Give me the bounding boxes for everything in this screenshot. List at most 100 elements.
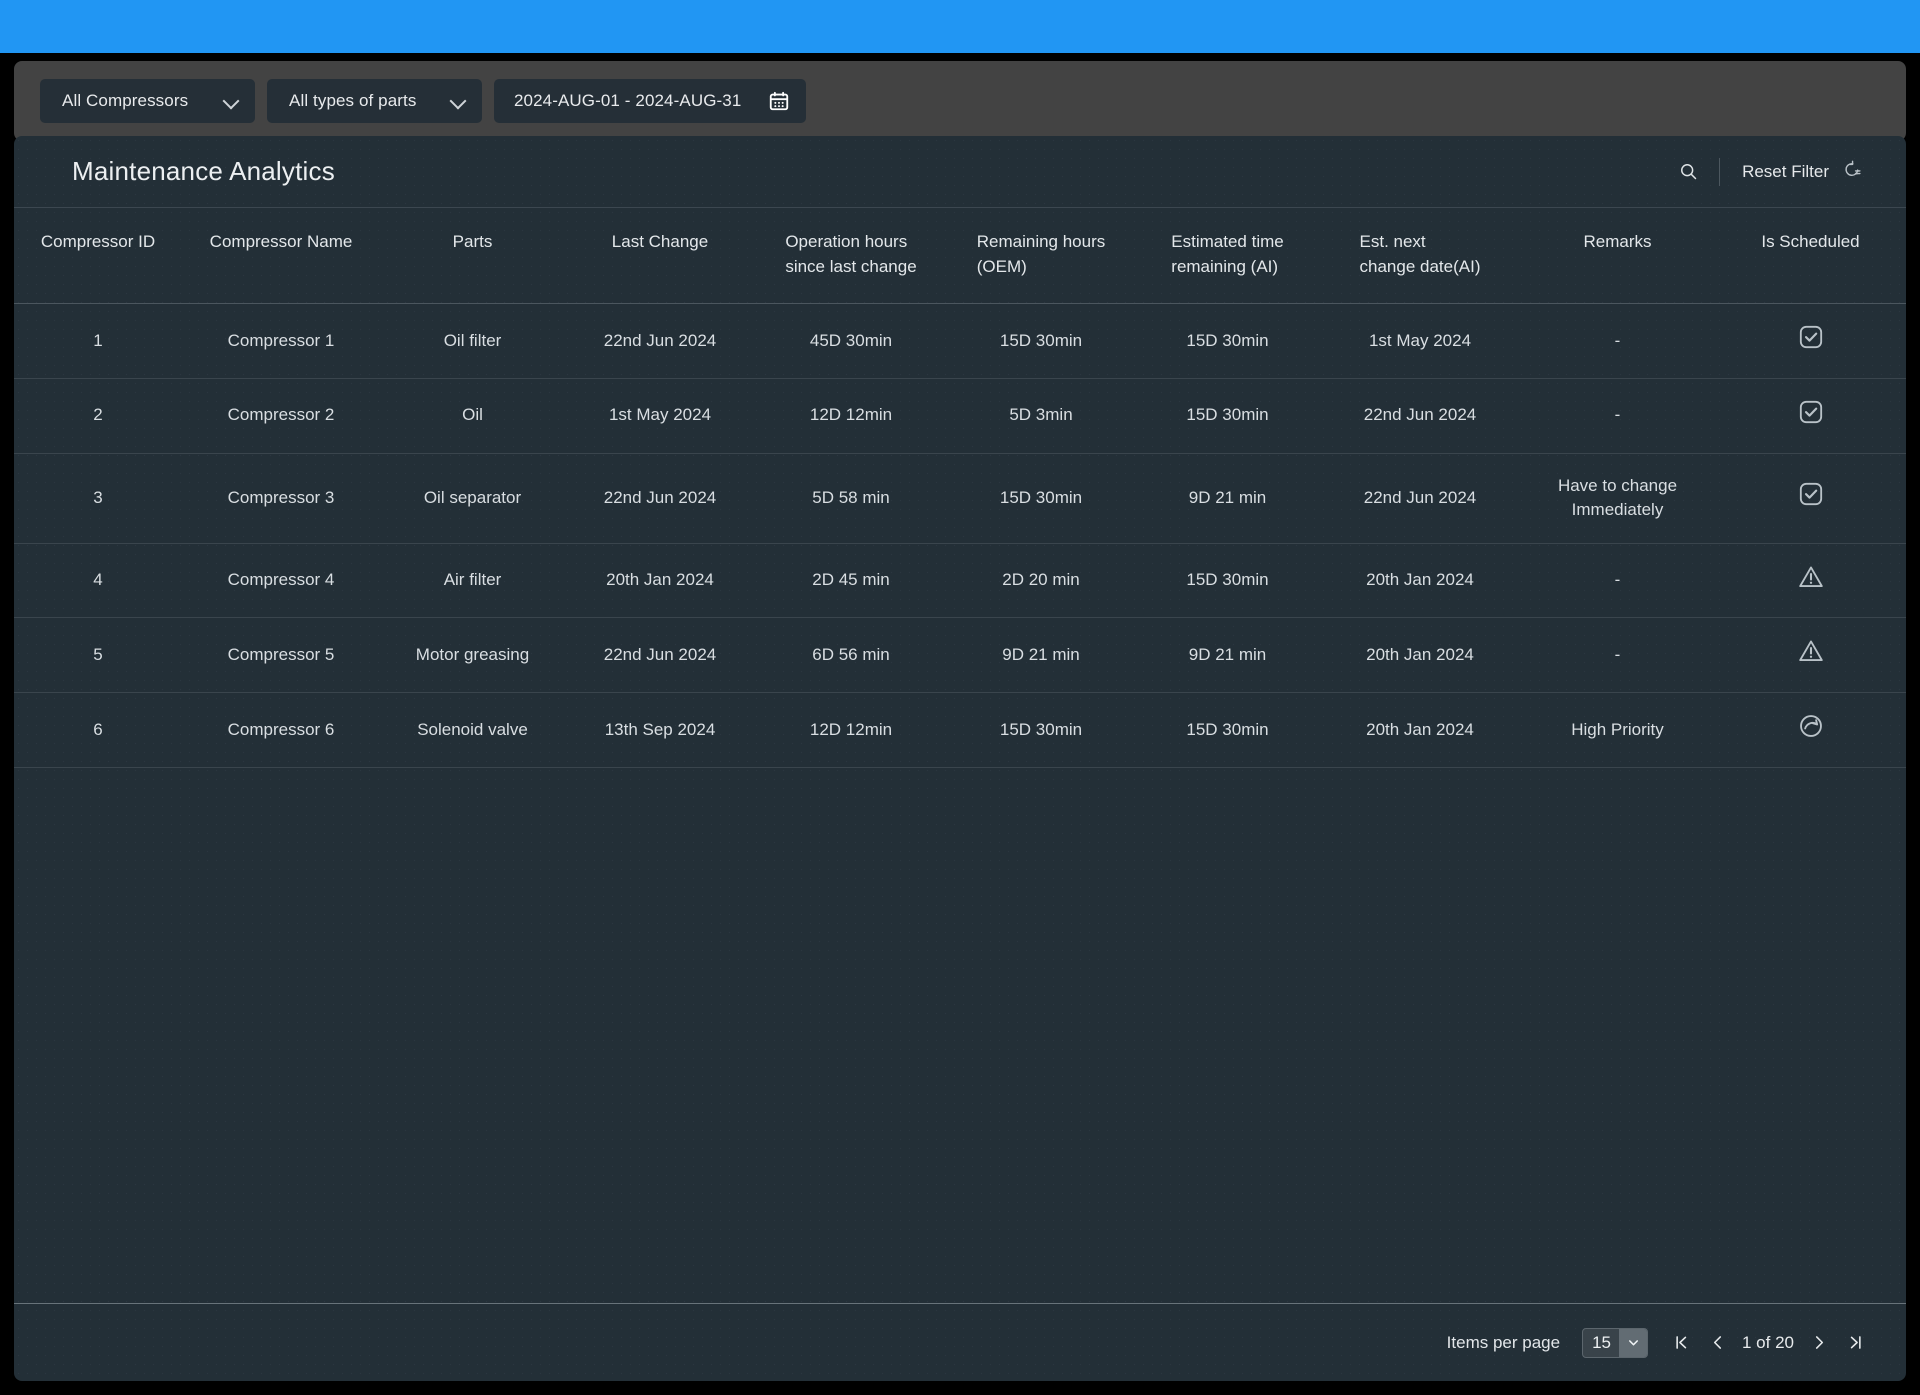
items-per-page-label: Items per page [1446, 1332, 1561, 1352]
column-header-estimated-time-ai[interactable]: Estimated time remaining (AI) [1135, 208, 1320, 305]
cell-is-scheduled[interactable] [1715, 378, 1906, 454]
cell-compressor-name: Compressor 2 [182, 378, 380, 454]
column-header-is-scheduled[interactable]: Is Scheduled [1715, 208, 1906, 305]
cell-compressor-id: 3 [14, 453, 182, 544]
cell-last-change: 20th Jan 2024 [565, 543, 755, 619]
items-per-page-value: 15 [1592, 1332, 1611, 1352]
reset-filter-button[interactable]: Reset Filter [1742, 159, 1870, 185]
cell-operation-hours: 6D 56 min [755, 617, 947, 694]
cell-operation-hours: 45D 30min [755, 303, 947, 379]
column-header-parts[interactable]: Parts [380, 208, 565, 305]
table-row[interactable]: 2 Compressor 2 Oil 1st May 2024 12D 12min 5D … [14, 378, 1906, 454]
first-page-icon[interactable] [1664, 1326, 1698, 1360]
refresh-circle-icon[interactable] [1798, 713, 1824, 739]
cell-estimated-time-ai: 9D 21 min [1135, 617, 1320, 694]
date-range-picker[interactable]: 2024-AUG-01 - 2024-AUG-31 [494, 79, 806, 123]
page-title: Maintenance Analytics [72, 156, 335, 186]
chevron-down-icon [1619, 1328, 1647, 1357]
cell-estimated-time-ai: 15D 30min [1135, 378, 1320, 454]
cell-compressor-name: Compressor 5 [182, 617, 380, 694]
cell-remaining-hours-oem: 15D 30min [947, 453, 1135, 544]
table-body: 1 Compressor 1 Oil filter 22nd Jun 2024 45D … [14, 303, 1906, 768]
cell-remarks: Have to change Immediately [1520, 453, 1715, 544]
column-header-operation-hours[interactable]: Operation hours since last change [755, 208, 947, 305]
table-header-row: Compressor ID Compressor Name Parts Last… [14, 208, 1906, 305]
column-header-last-change[interactable]: Last Change [565, 208, 755, 305]
column-header-compressor-name[interactable]: Compressor Name [182, 208, 380, 305]
cell-remarks: - [1520, 303, 1715, 379]
top-app-bar [0, 0, 1920, 53]
cell-est-next-change-ai: 20th Jan 2024 [1320, 617, 1520, 694]
cell-remarks: - [1520, 543, 1715, 619]
cell-remaining-hours-oem: 2D 20 min [947, 543, 1135, 619]
header-divider [1719, 157, 1721, 186]
cell-compressor-id: 1 [14, 303, 182, 379]
maintenance-analytics-panel: Maintenance Analytics Reset Filter Compr… [14, 136, 1906, 1381]
table-row[interactable]: 1 Compressor 1 Oil filter 22nd Jun 2024 45D … [14, 303, 1906, 379]
compressor-select[interactable]: All Compressors [40, 79, 255, 123]
warning-triangle-icon[interactable] [1798, 564, 1824, 590]
cell-remarks: High Priority [1520, 692, 1715, 768]
search-icon[interactable] [1671, 155, 1705, 189]
cell-compressor-id: 4 [14, 543, 182, 619]
cell-parts: Motor greasing [380, 617, 565, 694]
page-controls: 1 of 20 [1664, 1326, 1872, 1360]
cell-est-next-change-ai: 20th Jan 2024 [1320, 543, 1520, 619]
cell-remaining-hours-oem: 9D 21 min [947, 617, 1135, 694]
cell-remarks: - [1520, 378, 1715, 454]
cell-operation-hours: 12D 12min [755, 692, 947, 768]
cell-is-scheduled[interactable] [1715, 453, 1906, 544]
cell-remarks: - [1520, 617, 1715, 694]
items-per-page-select[interactable]: 15 [1582, 1327, 1648, 1358]
cell-compressor-id: 5 [14, 617, 182, 694]
app-root: All Compressors All types of parts 2024-… [0, 0, 1920, 1395]
check-square-icon[interactable] [1798, 324, 1824, 350]
cell-is-scheduled[interactable] [1715, 543, 1906, 619]
parts-select[interactable]: All types of parts [267, 79, 482, 123]
cell-compressor-name: Compressor 6 [182, 692, 380, 768]
cell-est-next-change-ai: 20th Jan 2024 [1320, 692, 1520, 768]
warning-triangle-icon[interactable] [1798, 638, 1824, 664]
cell-estimated-time-ai: 15D 30min [1135, 543, 1320, 619]
cell-estimated-time-ai: 15D 30min [1135, 303, 1320, 379]
table-row[interactable]: 3 Compressor 3 Oil separator 22nd Jun 2024 5… [14, 453, 1906, 544]
cell-is-scheduled[interactable] [1715, 303, 1906, 379]
reset-filter-label: Reset Filter [1742, 161, 1829, 181]
previous-page-icon[interactable] [1700, 1326, 1734, 1360]
chevron-down-icon [450, 93, 466, 109]
cell-parts: Air filter [380, 543, 565, 619]
cell-operation-hours: 5D 58 min [755, 453, 947, 544]
parts-select-value: All types of parts [289, 91, 417, 110]
calendar-icon [768, 90, 790, 112]
table-row[interactable]: 6 Compressor 6 Solenoid valve 13th Sep 2024… [14, 692, 1906, 768]
last-page-icon[interactable] [1838, 1326, 1872, 1360]
table-row[interactable]: 5 Compressor 5 Motor greasing 22nd Jun 2024… [14, 617, 1906, 694]
check-square-icon[interactable] [1798, 481, 1824, 507]
cell-is-scheduled[interactable] [1715, 692, 1906, 768]
cell-compressor-name: Compressor 4 [182, 543, 380, 619]
cell-parts: Oil [380, 378, 565, 454]
chevron-down-icon [223, 93, 239, 109]
cell-is-scheduled[interactable] [1715, 617, 1906, 694]
column-header-remaining-hours-oem[interactable]: Remaining hours (OEM) [947, 208, 1135, 305]
cell-est-next-change-ai: 22nd Jun 2024 [1320, 453, 1520, 544]
next-page-icon[interactable] [1802, 1326, 1836, 1360]
cell-last-change: 22nd Jun 2024 [565, 303, 755, 379]
cell-last-change: 13th Sep 2024 [565, 692, 755, 768]
cell-compressor-name: Compressor 1 [182, 303, 380, 379]
column-header-compressor-id[interactable]: Compressor ID [14, 208, 182, 305]
cell-est-next-change-ai: 22nd Jun 2024 [1320, 378, 1520, 454]
maintenance-table: Compressor ID Compressor Name Parts Last… [14, 208, 1906, 768]
header-tools: Reset Filter [1671, 155, 1870, 189]
column-header-remarks[interactable]: Remarks [1520, 208, 1715, 305]
table-row[interactable]: 4 Compressor 4 Air filter 20th Jan 2024 2D 4… [14, 543, 1906, 619]
cell-parts: Oil separator [380, 453, 565, 544]
cell-last-change: 1st May 2024 [565, 378, 755, 454]
check-square-icon[interactable] [1798, 399, 1824, 425]
cell-last-change: 22nd Jun 2024 [565, 453, 755, 544]
cell-estimated-time-ai: 9D 21 min [1135, 453, 1320, 544]
cell-parts: Oil filter [380, 303, 565, 379]
table-header: Compressor ID Compressor Name Parts Last… [14, 208, 1906, 305]
column-header-est-next-change-ai[interactable]: Est. next change date(AI) [1320, 208, 1520, 305]
filter-bar: All Compressors All types of parts 2024-… [14, 61, 1906, 141]
